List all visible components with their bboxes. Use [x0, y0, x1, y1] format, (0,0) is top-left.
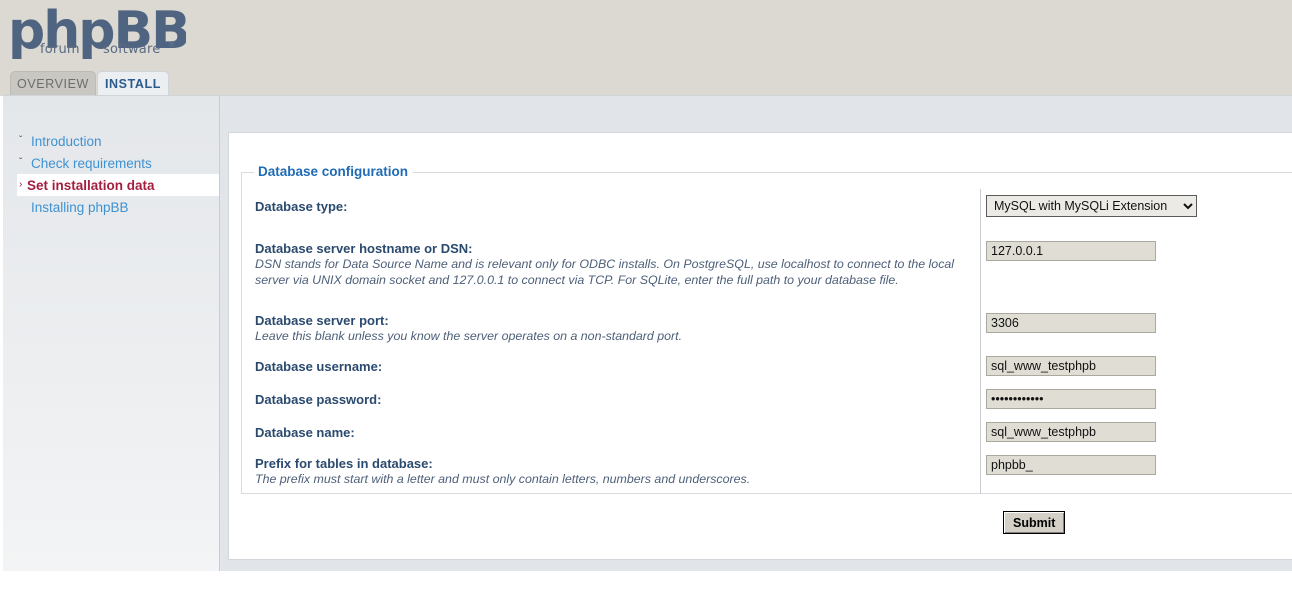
database-username-input[interactable] [986, 356, 1156, 376]
tab-overview-label: OVERVIEW [17, 77, 89, 91]
body-panel: ˇ Introduction ˇ Check requirements › Se… [3, 95, 1292, 571]
row-description: DSN stands for Data Source Name and is r… [255, 257, 970, 288]
row-field [986, 455, 1156, 475]
sidebar-item-set-installation-data[interactable]: › Set installation data [17, 174, 219, 196]
row-label: Prefix for tables in database: [255, 456, 433, 471]
row-database-type: Database type: MySQL with MySQLi Extensi… [242, 195, 1292, 235]
row-field [986, 389, 1156, 409]
sidebar-item-label: Check requirements [31, 156, 152, 171]
page-header: phpBB forum software ® OVERVIEW INSTALL [0, 0, 1292, 96]
phpbb-install-page: phpBB forum software ® OVERVIEW INSTALL … [0, 0, 1292, 593]
logo-subtitle-software: software [103, 42, 160, 57]
row-database-port: Database server port: Leave this blank u… [242, 313, 1292, 351]
database-hostname-input[interactable] [986, 241, 1156, 261]
row-label: Database server port: [255, 313, 389, 328]
install-sidebar: ˇ Introduction ˇ Check requirements › Se… [3, 96, 220, 572]
sidebar-item-label: Introduction [31, 134, 102, 149]
logo-subtitle-forum: forum [40, 42, 80, 57]
row-label: Database username: [255, 359, 382, 374]
footer-strip [0, 571, 1292, 593]
sidebar-item-label: Installing phpBB [31, 200, 129, 215]
row-label: Database name: [255, 425, 355, 440]
fieldset-legend: Database configuration [254, 164, 413, 179]
phpbb-logo: phpBB forum software ® [6, 4, 186, 64]
registered-mark-icon: ® [169, 40, 175, 49]
database-configuration-fieldset: Database configuration Database type: My… [241, 172, 1292, 494]
row-field [986, 422, 1156, 442]
row-label: Database type: [255, 199, 347, 214]
chevron-down-icon: ˇ [19, 158, 22, 168]
row-database-username: Database username: [242, 357, 1292, 385]
submit-row: Submit [229, 511, 1284, 541]
tab-overview[interactable]: OVERVIEW [10, 71, 96, 96]
row-table-prefix: Prefix for tables in database: The prefi… [242, 456, 1292, 494]
chevron-right-icon: › [19, 180, 22, 190]
row-description: Leave this blank unless you know the ser… [255, 329, 970, 345]
sidebar-item-check-requirements[interactable]: ˇ Check requirements [3, 152, 220, 174]
tab-install-label: INSTALL [105, 77, 161, 91]
database-type-select[interactable]: MySQL with MySQLi Extension [986, 195, 1197, 217]
row-field [986, 241, 1156, 261]
sidebar-item-introduction[interactable]: ˇ Introduction [3, 130, 220, 152]
row-field [986, 356, 1156, 376]
tab-install[interactable]: INSTALL [97, 71, 169, 96]
row-description: The prefix must start with a letter and … [255, 472, 970, 488]
row-field [986, 313, 1156, 333]
row-label: Database server hostname or DSN: [255, 241, 472, 256]
row-label: Database password: [255, 392, 381, 407]
row-database-hostname: Database server hostname or DSN: DSN sta… [242, 241, 1292, 307]
sidebar-item-installing-phpbb[interactable]: Installing phpBB [3, 196, 220, 218]
row-database-name: Database name: [242, 423, 1292, 451]
chevron-down-icon: ˇ [19, 136, 22, 146]
database-port-input[interactable] [986, 313, 1156, 333]
install-content-panel: Database configuration Database type: My… [228, 132, 1292, 560]
row-database-password: Database password: [242, 390, 1292, 418]
database-password-input[interactable] [986, 389, 1156, 409]
database-name-input[interactable] [986, 422, 1156, 442]
row-field: MySQL with MySQLi Extension [986, 195, 1197, 217]
table-prefix-input[interactable] [986, 455, 1156, 475]
submit-button[interactable]: Submit [1003, 511, 1065, 534]
sidebar-item-label: Set installation data [27, 178, 155, 193]
